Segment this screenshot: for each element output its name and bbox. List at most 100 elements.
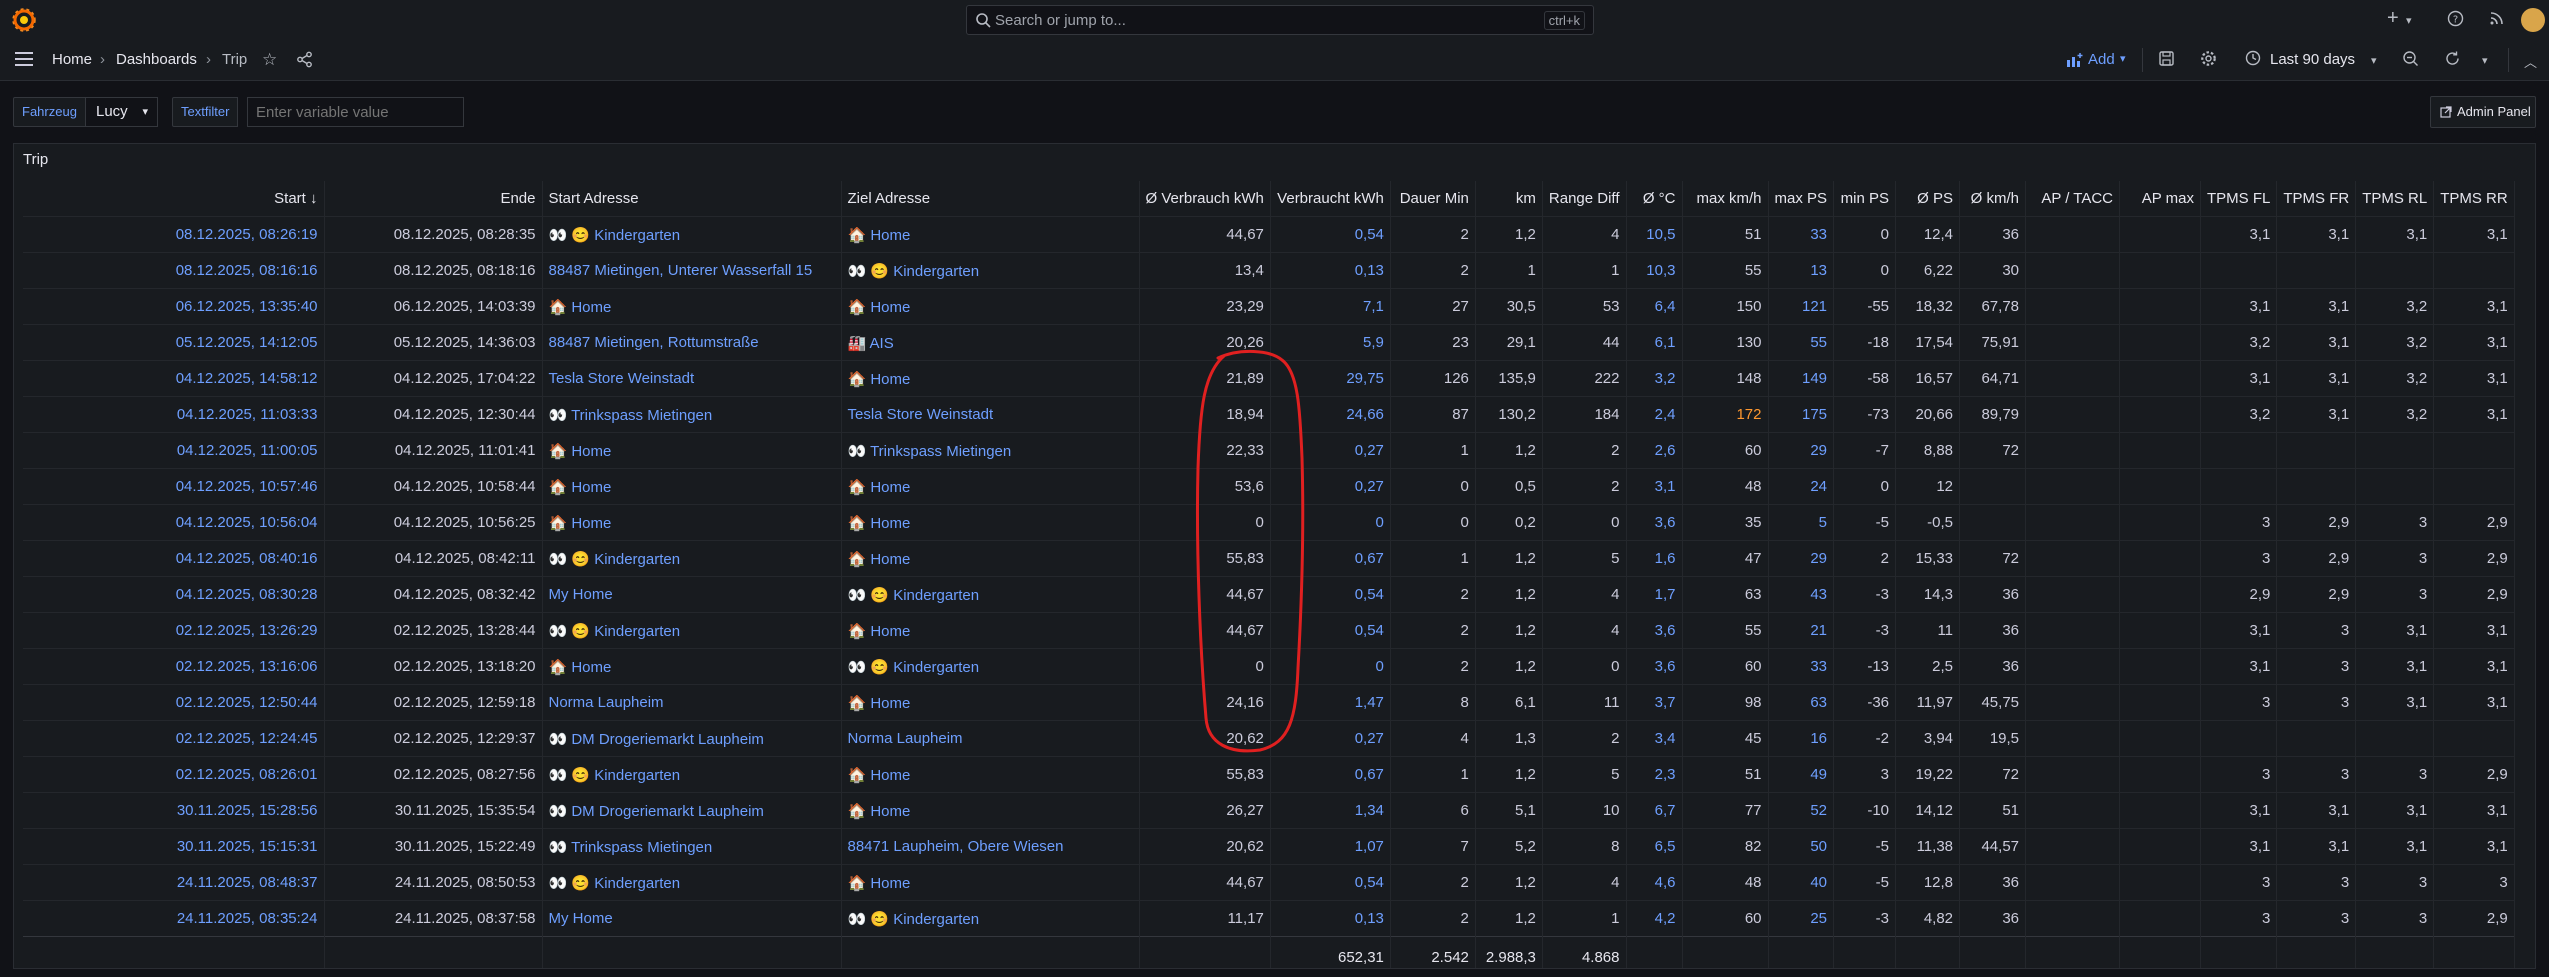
cell-start-adresse[interactable]: 👀 😊 Kindergarten [542,864,842,901]
textfilter-input[interactable] [247,97,464,127]
column-header-max-ps[interactable]: max PS [1768,181,1835,217]
cell-ziel-adresse[interactable]: 🏠 Home [841,360,1140,397]
table-row[interactable]: 02.12.2025, 08:26:01 02.12.2025, 08:27:56… [23,756,2515,793]
plus-icon[interactable]: + [2387,7,2399,30]
column-header-max-km-h[interactable]: max km/h [1682,181,1769,217]
cell-ziel-adresse[interactable]: 🏠 Home [841,792,1140,829]
column-header-tpms-fr[interactable]: TPMS FR [2276,181,2357,217]
help-icon[interactable]: ? [2447,10,2464,27]
cell-start-adresse[interactable]: 🏠 Home [542,468,842,505]
cell-ziel-adresse[interactable]: 🏭 AIS [841,324,1140,361]
column-header-tpms-fl[interactable]: TPMS FL [2200,181,2278,217]
cell-start-adresse[interactable]: 👀 😊 Kindergarten [542,216,842,253]
cell-start[interactable]: 02.12.2025, 12:50:44 [23,684,325,721]
cell-ziel-adresse[interactable]: 👀 Trinkspass Mietingen [841,432,1140,469]
table-row[interactable]: 05.12.2025, 14:12:05 05.12.2025, 14:36:03… [23,324,2515,361]
search-bar[interactable]: Search or jump to... ctrl+k [966,5,1594,35]
cell-start-adresse[interactable]: My Home [542,900,842,937]
column-header-ende[interactable]: Ende [324,181,543,217]
cell-ziel-adresse[interactable]: Tesla Store Weinstadt [841,396,1140,433]
cell-start[interactable]: 24.11.2025, 08:48:37 [23,864,325,901]
column-header-ziel-adresse[interactable]: Ziel Adresse [841,181,1140,217]
column-header-verbrauch-kwh[interactable]: Ø Verbrauch kWh [1139,181,1271,217]
table-row[interactable]: 02.12.2025, 13:26:29 02.12.2025, 13:28:44… [23,612,2515,649]
cell-start[interactable]: 02.12.2025, 13:26:29 [23,612,325,649]
add-button[interactable]: Add ▾ [2062,47,2132,73]
column-header-start-adresse[interactable]: Start Adresse [542,181,842,217]
cell-ziel-adresse[interactable]: 👀 😊 Kindergarten [841,648,1140,685]
table-row[interactable]: 24.11.2025, 08:48:37 24.11.2025, 08:50:53… [23,864,2515,901]
menu-icon[interactable] [15,52,33,66]
cell-ziel-adresse[interactable]: 👀 😊 Kindergarten [841,576,1140,613]
zoom-out-icon[interactable] [2402,50,2419,67]
table-row[interactable]: 04.12.2025, 11:00:05 04.12.2025, 11:01:41… [23,432,2515,469]
cell-start[interactable]: 02.12.2025, 08:26:01 [23,756,325,793]
admin-panel-button[interactable]: Admin Panel [2430,96,2536,128]
table-row[interactable]: 06.12.2025, 13:35:40 06.12.2025, 14:03:39… [23,288,2515,325]
cell-start[interactable]: 04.12.2025, 14:58:12 [23,360,325,397]
column-header-min-ps[interactable]: min PS [1833,181,1897,217]
table-row[interactable]: 30.11.2025, 15:28:56 30.11.2025, 15:35:54… [23,792,2515,829]
cell-start[interactable]: 02.12.2025, 13:16:06 [23,648,325,685]
breadcrumb-dashboards[interactable]: Dashboards [116,51,197,68]
cell-start[interactable]: 04.12.2025, 11:03:33 [23,396,325,433]
column-header-c[interactable]: Ø °C [1626,181,1683,217]
cell-start-adresse[interactable]: 👀 Trinkspass Mietingen [542,396,842,433]
column-header-tpms-rr[interactable]: TPMS RR [2433,181,2515,217]
cell-ziel-adresse[interactable]: 🏠 Home [841,216,1140,253]
cell-ziel-adresse[interactable]: 88471 Laupheim, Obere Wiesen [841,828,1140,865]
refresh-icon[interactable] [2444,50,2461,67]
table-row[interactable]: 08.12.2025, 08:26:19 08.12.2025, 08:28:35… [23,216,2515,253]
cell-start-adresse[interactable]: 88487 Mietingen, Rottumstraße [542,324,842,361]
table-row[interactable]: 04.12.2025, 08:40:16 04.12.2025, 08:42:11… [23,540,2515,577]
cell-start-adresse[interactable]: 👀 😊 Kindergarten [542,612,842,649]
save-dashboard-icon[interactable] [2158,50,2175,67]
chevron-down-icon[interactable]: ▾ [2406,14,2412,27]
column-header-dauer-min[interactable]: Dauer Min [1390,181,1476,217]
cell-ziel-adresse[interactable]: 🏠 Home [841,540,1140,577]
table-row[interactable]: 24.11.2025, 08:35:24 24.11.2025, 08:37:58… [23,900,2515,937]
column-header-tpms-rl[interactable]: TPMS RL [2355,181,2435,217]
column-header-verbraucht-kwh[interactable]: Verbraucht kWh [1270,181,1391,217]
cell-ziel-adresse[interactable]: 🏠 Home [841,684,1140,721]
cell-start[interactable]: 04.12.2025, 10:57:46 [23,468,325,505]
column-header-km-h[interactable]: Ø km/h [1959,181,2027,217]
cell-ziel-adresse[interactable]: 👀 😊 Kindergarten [841,252,1140,289]
cell-ziel-adresse[interactable]: 👀 😊 Kindergarten [841,900,1140,937]
table-row[interactable]: 30.11.2025, 15:15:31 30.11.2025, 15:22:49… [23,828,2515,865]
table-row[interactable]: 02.12.2025, 12:24:45 02.12.2025, 12:29:37… [23,720,2515,757]
cell-start-adresse[interactable]: Tesla Store Weinstadt [542,360,842,397]
table-row[interactable]: 04.12.2025, 08:30:28 04.12.2025, 08:32:42… [23,576,2515,613]
cell-ziel-adresse[interactable]: 🏠 Home [841,612,1140,649]
news-feed-icon[interactable] [2488,10,2505,27]
cell-start[interactable]: 02.12.2025, 12:24:45 [23,720,325,757]
cell-start-adresse[interactable]: 👀 DM Drogeriemarkt Laupheim [542,720,842,757]
cell-start-adresse[interactable]: My Home [542,576,842,613]
column-header-ap-max[interactable]: AP max [2119,181,2202,217]
cell-start-adresse[interactable]: 🏠 Home [542,648,842,685]
cell-ziel-adresse[interactable]: 🏠 Home [841,864,1140,901]
cell-start-adresse[interactable]: 👀 DM Drogeriemarkt Laupheim [542,792,842,829]
chevron-down-icon[interactable]: ▾ [2482,54,2488,67]
column-header-range-diff[interactable]: Range Diff [1542,181,1627,217]
table-row[interactable]: 08.12.2025, 08:16:16 08.12.2025, 08:18:16… [23,252,2515,289]
cell-ziel-adresse[interactable]: 🏠 Home [841,468,1140,505]
cell-start-adresse[interactable]: 🏠 Home [542,432,842,469]
cell-start[interactable]: 08.12.2025, 08:16:16 [23,252,325,289]
table-row[interactable]: 04.12.2025, 11:03:33 04.12.2025, 12:30:44… [23,396,2515,433]
cell-start[interactable]: 04.12.2025, 11:00:05 [23,432,325,469]
cell-start[interactable]: 04.12.2025, 08:30:28 [23,576,325,613]
cell-start-adresse[interactable]: 👀 😊 Kindergarten [542,756,842,793]
column-header-ps[interactable]: Ø PS [1895,181,1961,217]
share-icon[interactable] [296,51,313,68]
cell-start-adresse[interactable]: 👀 Trinkspass Mietingen [542,828,842,865]
time-range-picker[interactable]: Last 90 days [2270,51,2355,68]
cell-start[interactable]: 04.12.2025, 08:40:16 [23,540,325,577]
column-header-km[interactable]: km [1475,181,1543,217]
table-row[interactable]: 02.12.2025, 12:50:44 02.12.2025, 12:59:18… [23,684,2515,721]
cell-ziel-adresse[interactable]: 🏠 Home [841,504,1140,541]
cell-start-adresse[interactable]: Norma Laupheim [542,684,842,721]
cell-start[interactable]: 30.11.2025, 15:28:56 [23,792,325,829]
star-icon[interactable]: ☆ [262,50,277,70]
cell-start[interactable]: 24.11.2025, 08:35:24 [23,900,325,937]
